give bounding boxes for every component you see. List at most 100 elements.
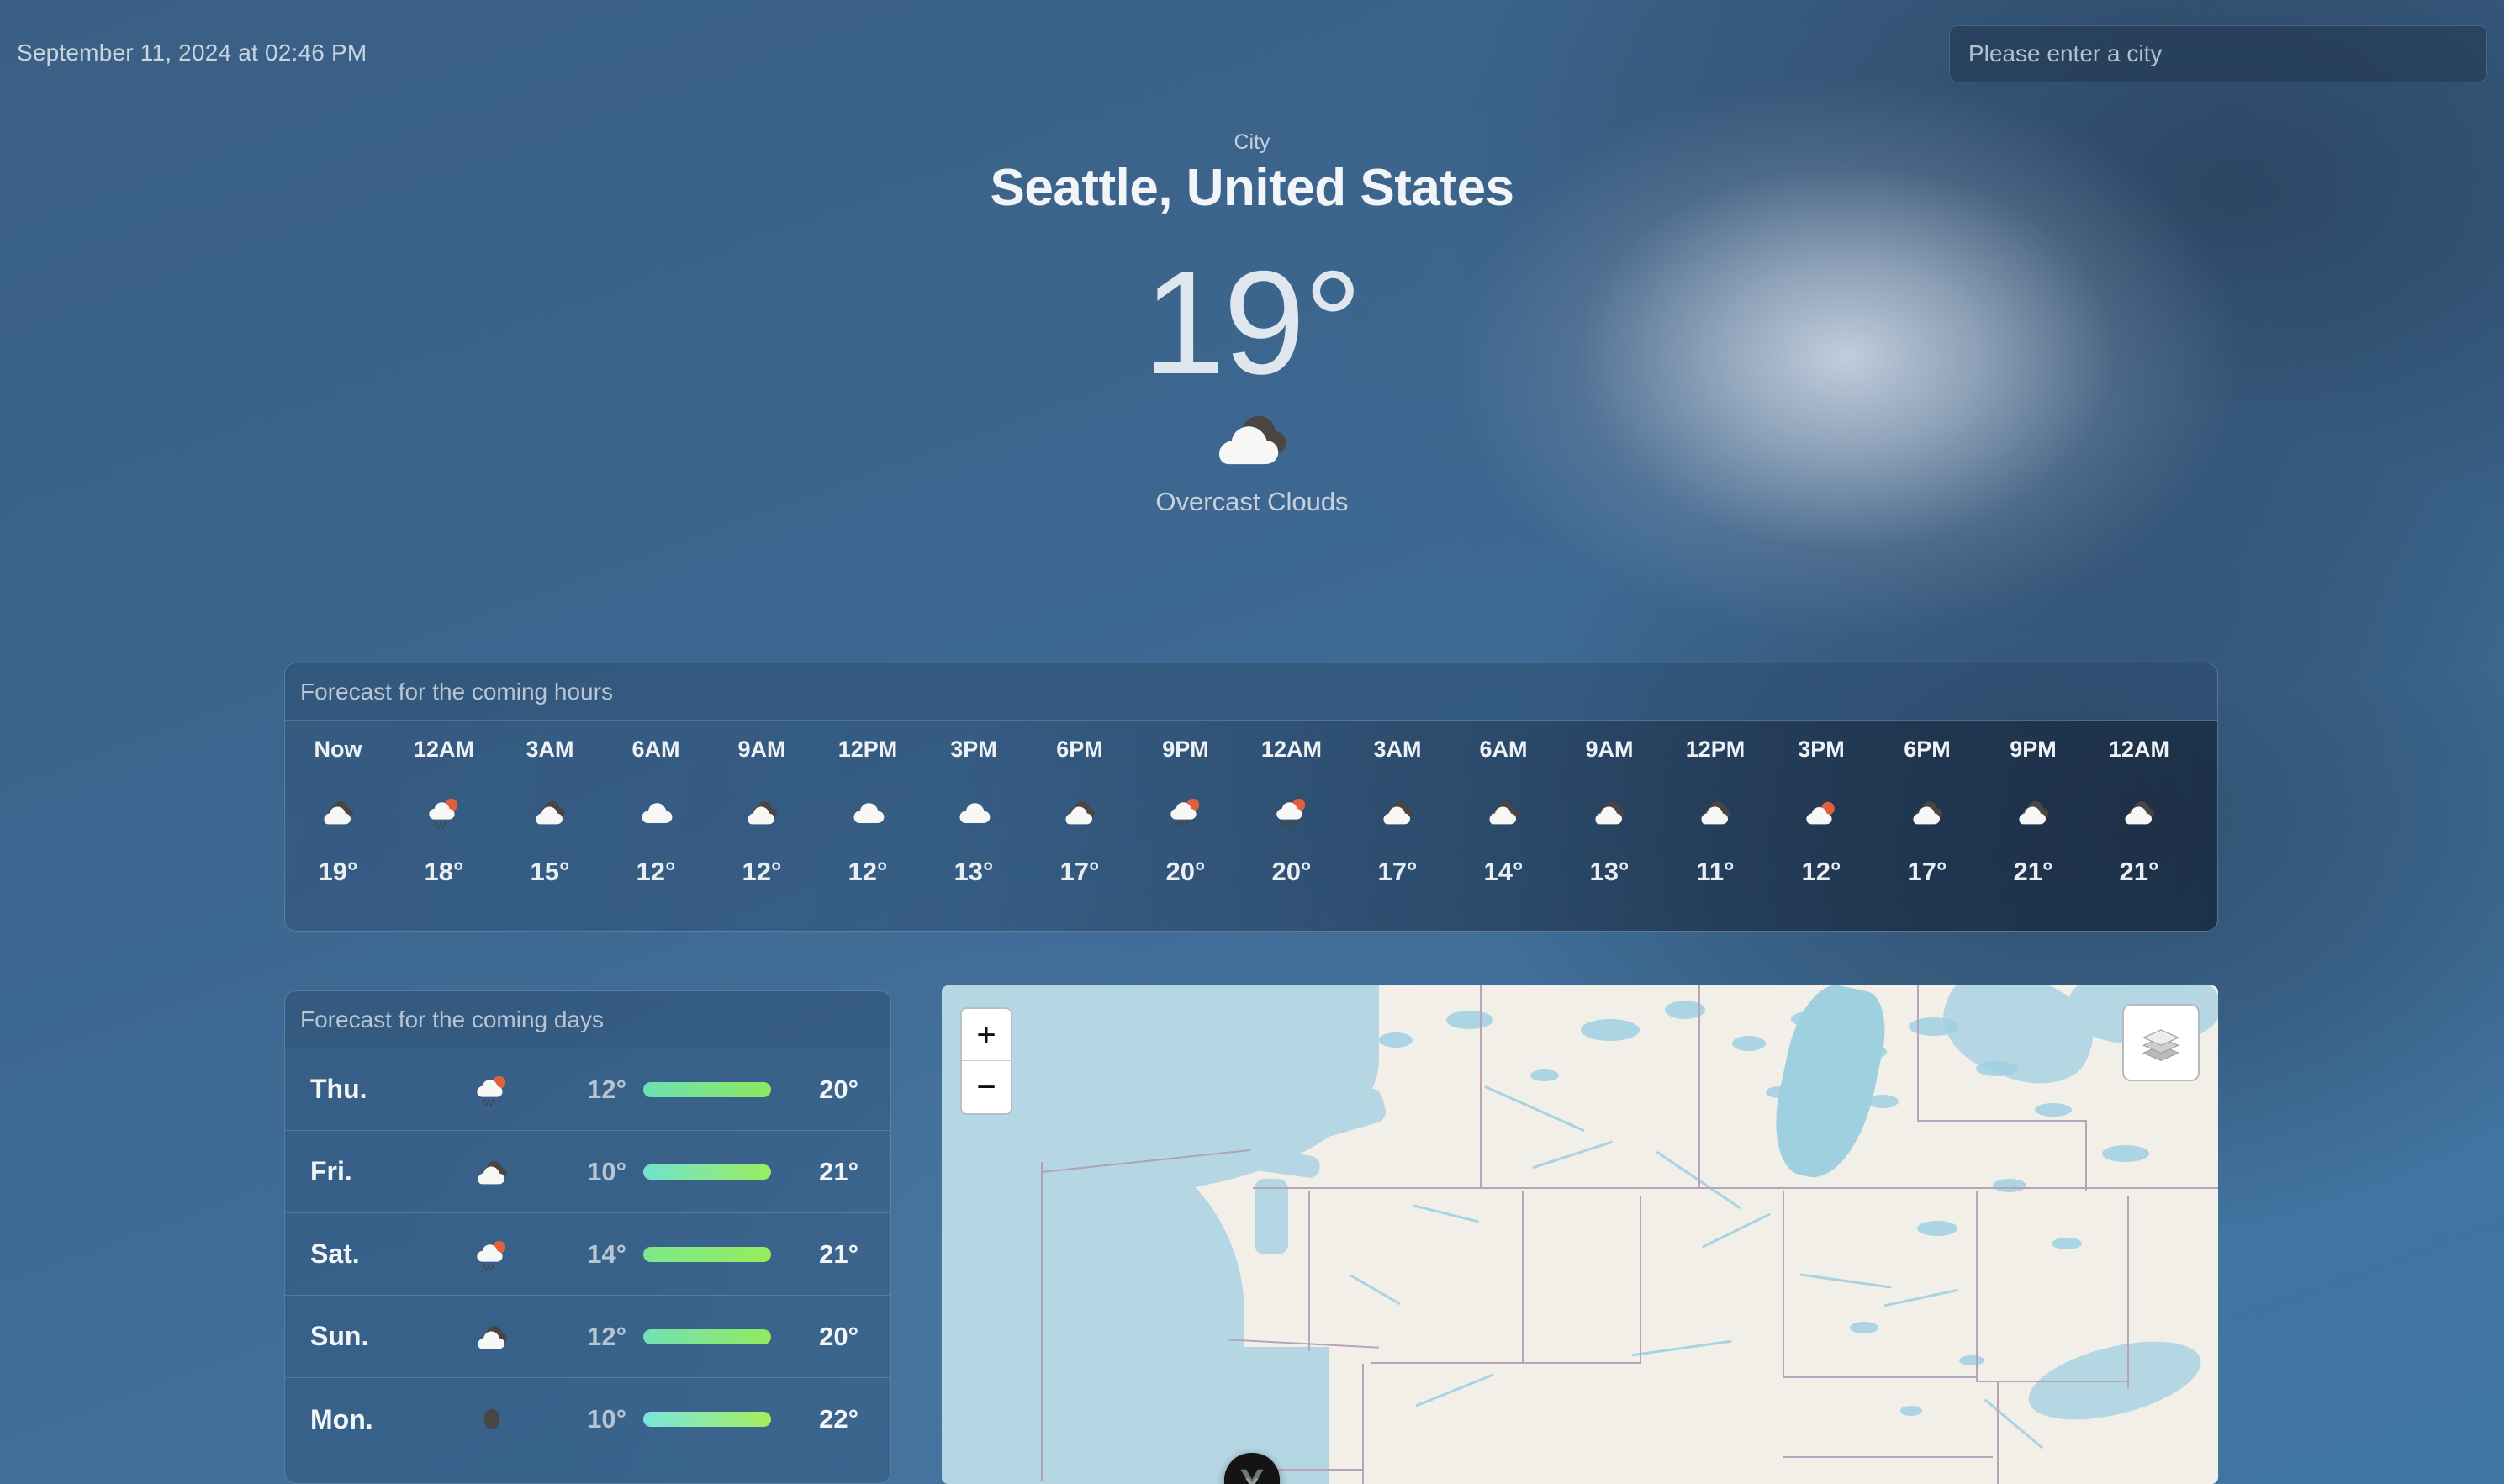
daily-max-temperature: 20° <box>819 1074 858 1104</box>
cloud-sun-rain-icon <box>473 1072 511 1107</box>
hourly-temperature: 17° <box>1059 857 1100 886</box>
hourly-temperature: 16 <box>2192 857 2217 887</box>
hourly-temperature: 20° <box>1271 857 1312 886</box>
hourly-time-label: 9AM <box>737 737 786 762</box>
layers-icon <box>2139 1019 2183 1067</box>
hourly-temperature: 11° <box>1696 857 1735 886</box>
hourly-time-label: 3AM <box>526 737 574 762</box>
hourly-weather-icon <box>815 781 921 843</box>
current-datetime: September 11, 2024 at 02:46 PM <box>17 40 367 66</box>
hourly-forecast-card: Forecast for the coming hours Now 19° 12AM… <box>284 663 2218 932</box>
hourly-temperature: 12° <box>636 857 676 886</box>
hourly-weather-icon <box>1133 781 1239 843</box>
hourly-time-label: 12PM <box>1685 737 1746 762</box>
daily-day-label: Sat. <box>310 1238 360 1269</box>
hourly-weather-icon <box>1874 781 1980 843</box>
hourly-weather-icon <box>1556 781 1662 843</box>
hourly-forecast-item: 12AM 18° <box>391 721 497 887</box>
hourly-weather-icon <box>1344 781 1450 843</box>
cloud-icon <box>637 797 675 827</box>
hourly-forecast-item: 6AM 12° <box>603 721 709 887</box>
hourly-forecast-item: 6PM 17° <box>1027 721 1133 887</box>
cloud-sun-rain-icon <box>425 795 463 830</box>
cloud-dark-icon <box>1590 797 1629 827</box>
hourly-time-label: 3AM <box>1373 737 1422 762</box>
location-map[interactable]: + − <box>942 985 2218 1484</box>
hourly-forecast-item: 3PM 12° <box>1768 721 1874 887</box>
hourly-forecast-item: 9PM 20° <box>1133 721 1239 887</box>
overcast-clouds-icon <box>0 404 2504 477</box>
daily-forecast-card: Forecast for the coming days Thu. 12° 20° F… <box>284 990 891 1484</box>
daily-day-label: Sun. <box>310 1321 369 1351</box>
hourly-temperature: 13° <box>1589 857 1630 886</box>
hourly-time-label: 6AM <box>1479 737 1528 762</box>
hourly-temperature: 17° <box>1907 857 1947 886</box>
hourly-time-label: 9PM <box>2010 737 2057 762</box>
vue-logo-icon <box>1238 1468 1266 1484</box>
cloud-dark-icon <box>742 797 781 827</box>
cloud-sun-rain-icon <box>1166 795 1205 830</box>
hourly-temperature: 14° <box>1483 857 1524 886</box>
hourly-temperature: 18° <box>424 857 464 886</box>
daily-day-label: Thu. <box>310 1074 367 1104</box>
cloud-dark-icon <box>1908 797 1947 827</box>
current-temperature: 19° <box>1143 241 1363 405</box>
hourly-time-label: 3A <box>2192 737 2217 763</box>
hourly-temperature: 12° <box>1801 857 1841 886</box>
daily-day-label: Fri. <box>310 1156 352 1186</box>
hourly-weather-icon <box>1027 781 1133 843</box>
hourly-time-label: Now <box>314 737 362 762</box>
city-name: Seattle, United States <box>990 159 1514 217</box>
hourly-temperature: 19° <box>318 857 358 886</box>
map-zoom-in-button[interactable]: + <box>962 1009 1011 1061</box>
daily-max-temperature: 20° <box>819 1321 858 1351</box>
hourly-temperature: 21° <box>2013 857 2053 886</box>
daily-temperature-range-bar <box>643 1164 771 1180</box>
map-tiles[interactable] <box>942 985 2218 1484</box>
cloud-dark-icon <box>1060 797 1099 827</box>
hourly-weather-icon <box>2192 781 2217 843</box>
hourly-temperature: 21° <box>2119 857 2159 886</box>
cloud-icon <box>848 797 887 827</box>
hourly-forecast-item: 3AM 15° <box>497 721 603 887</box>
hourly-time-label: 3PM <box>1798 737 1845 762</box>
hourly-temperature: 20° <box>1165 857 1206 886</box>
hourly-forecast-item: 9AM 13° <box>1556 721 1662 887</box>
hourly-temperature: 13° <box>954 857 994 886</box>
daily-min-temperature: 10° <box>587 1156 626 1186</box>
daily-forecast-row: Sat. 14° 21° <box>285 1213 890 1296</box>
daily-forecast-row: Sun. 12° 20° <box>285 1296 890 1378</box>
hourly-weather-icon <box>1239 781 1344 843</box>
current-conditions: City Seattle, United States 19° Overcast… <box>0 130 2504 517</box>
current-condition-text: Overcast Clouds <box>1155 486 1349 516</box>
map-zoom-out-button[interactable]: − <box>962 1061 1011 1113</box>
cloud-dark-icon <box>2014 797 2052 827</box>
daily-max-temperature: 21° <box>819 1156 858 1186</box>
dark-blob-icon <box>473 1404 511 1434</box>
map-zoom-controls[interactable]: + − <box>960 1007 1012 1115</box>
hourly-forecast-item: 3AM 17° <box>1344 721 1450 887</box>
hourly-forecast-item: 12PM 12° <box>815 721 921 887</box>
hourly-temperature: 12° <box>742 857 782 886</box>
hourly-time-label: 3PM <box>950 737 997 762</box>
hourly-forecast-strip[interactable]: Now 19° 12AM 18° 3AM 15° 6AM 12° 9AM 12° 12PM 12° 3P… <box>285 721 2217 931</box>
hourly-forecast-item: 3PM 13° <box>921 721 1027 887</box>
cloud-dark-icon <box>2120 797 2158 827</box>
city-label: City <box>1234 130 1270 154</box>
city-search-input[interactable] <box>1949 25 2487 82</box>
hourly-weather-icon <box>1662 781 1768 843</box>
cloud-dark-icon <box>531 797 569 827</box>
hourly-temperature: 12° <box>848 857 888 886</box>
hourly-time-label: 12PM <box>837 737 898 762</box>
daily-weather-icon <box>436 1237 547 1272</box>
daily-weather-icon <box>436 1322 547 1352</box>
hourly-forecast-item: 3A 16 <box>2192 721 2217 887</box>
cloud-dark-icon <box>1484 797 1523 827</box>
daily-min-temperature: 10° <box>587 1404 626 1434</box>
daily-day-label: Mon. <box>310 1403 373 1434</box>
map-layers-button[interactable] <box>2122 1004 2200 1081</box>
hourly-temperature: 17° <box>1377 857 1418 886</box>
hourly-temperature: 15° <box>530 857 570 886</box>
cloud-sun-rain-icon <box>473 1237 511 1272</box>
hourly-weather-icon <box>1450 781 1556 843</box>
